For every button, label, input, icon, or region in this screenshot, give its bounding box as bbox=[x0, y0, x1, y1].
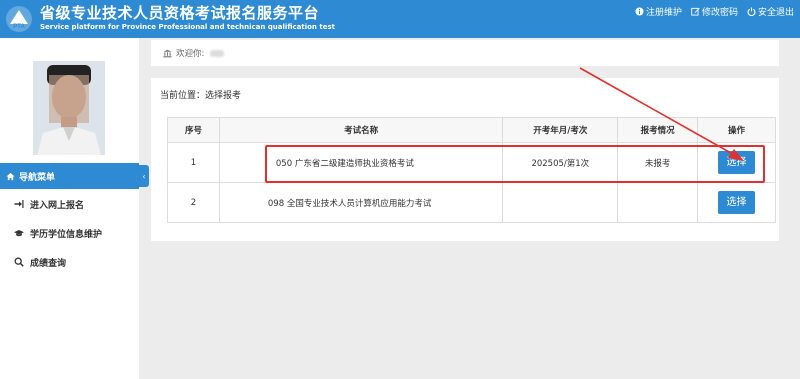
nav-menu-title: 导航菜单 bbox=[19, 172, 56, 183]
row-exam-name: 098 全国专业技术人员计算机应用能力考试 bbox=[218, 182, 504, 223]
change-password-label: 修改密码 bbox=[701, 8, 738, 18]
row-action-cell: 选择 bbox=[697, 182, 776, 223]
col-header-status: 报考情况 bbox=[617, 117, 699, 143]
pta-logo-icon: PTA bbox=[6, 6, 32, 32]
sidebar-item-label: 进入网上报名 bbox=[30, 200, 85, 211]
col-header-no: 序号 bbox=[167, 117, 220, 143]
sidebar: 导航菜单 进入网上报名 学历学位信息维护 成绩查询 bbox=[0, 38, 139, 379]
register-maintain-link[interactable]: 注册维护 bbox=[635, 5, 682, 18]
graduation-cap-icon bbox=[14, 230, 24, 237]
change-password-link[interactable]: 修改密码 bbox=[691, 5, 738, 18]
avatar bbox=[33, 61, 105, 155]
col-header-exam-name: 考试名称 bbox=[218, 117, 504, 143]
col-header-date: 开考年月/考次 bbox=[502, 117, 619, 143]
row-exam-name: 050 广东省二级建造师执业资格考试 bbox=[218, 142, 504, 183]
bank-icon bbox=[163, 49, 172, 57]
platform-subtitle: Service platform for Province Profession… bbox=[40, 23, 335, 31]
sign-in-icon bbox=[14, 200, 24, 208]
table-row: 2 098 全国专业技术人员计算机应用能力考试 选择 bbox=[167, 182, 776, 223]
sidebar-item-label: 成绩查询 bbox=[30, 258, 67, 269]
svg-text:PTA: PTA bbox=[13, 24, 25, 30]
row-action-cell: 选择 bbox=[697, 142, 776, 183]
sidebar-item-score-query[interactable]: 成绩查询 bbox=[0, 251, 139, 273]
main-panel: 当前位置：选择报考 序号 考试名称 开考年月/考次 报考情况 操作 1 050 … bbox=[151, 78, 779, 241]
breadcrumb: 当前位置：选择报考 bbox=[160, 91, 242, 101]
table-row: 1 050 广东省二级建造师执业资格考试 202505/第1次 未报考 选择 bbox=[167, 142, 776, 183]
home-icon bbox=[6, 172, 15, 180]
sidebar-item-education-info[interactable]: 学历学位信息维护 bbox=[0, 222, 139, 244]
row-no: 1 bbox=[167, 142, 220, 183]
info-icon bbox=[635, 7, 644, 16]
sidebar-item-online-registration[interactable]: 进入网上报名 bbox=[0, 193, 139, 215]
col-header-action: 操作 bbox=[697, 117, 776, 143]
edit-icon bbox=[691, 7, 700, 16]
select-exam-button[interactable]: 选择 bbox=[718, 191, 756, 214]
select-exam-button[interactable]: 选择 bbox=[718, 151, 756, 174]
welcome-label: 欢迎你: bbox=[176, 49, 205, 59]
platform-title: 省级专业技术人员资格考试报名服务平台 bbox=[40, 4, 320, 22]
row-status: 未报考 bbox=[617, 142, 699, 183]
logout-label: 安全退出 bbox=[757, 8, 794, 18]
sidebar-item-label: 学历学位信息维护 bbox=[30, 229, 103, 240]
welcome-bar: 欢迎你: bbox=[151, 40, 779, 66]
chevron-left-icon: ‹ bbox=[142, 171, 146, 181]
row-no: 2 bbox=[167, 182, 220, 223]
row-status bbox=[617, 182, 699, 223]
power-icon bbox=[747, 7, 756, 16]
header-links: 注册维护 修改密码 安全退出 bbox=[635, 5, 794, 18]
blurred-username bbox=[210, 49, 225, 57]
register-maintain-label: 注册维护 bbox=[645, 8, 682, 18]
top-header: PTA 省级专业技术人员资格考试报名服务平台 Service platform … bbox=[0, 0, 800, 38]
sidebar-collapse-toggle[interactable]: ‹ bbox=[139, 165, 149, 187]
nav-menu-header: 导航菜单 bbox=[0, 163, 139, 189]
search-icon bbox=[14, 257, 24, 267]
logout-link[interactable]: 安全退出 bbox=[747, 5, 794, 18]
row-date bbox=[502, 182, 619, 223]
exam-table: 序号 考试名称 开考年月/考次 报考情况 操作 1 050 广东省二级建造师执业… bbox=[167, 117, 776, 223]
row-date: 202505/第1次 bbox=[502, 142, 619, 183]
table-header-row: 序号 考试名称 开考年月/考次 报考情况 操作 bbox=[167, 117, 776, 143]
